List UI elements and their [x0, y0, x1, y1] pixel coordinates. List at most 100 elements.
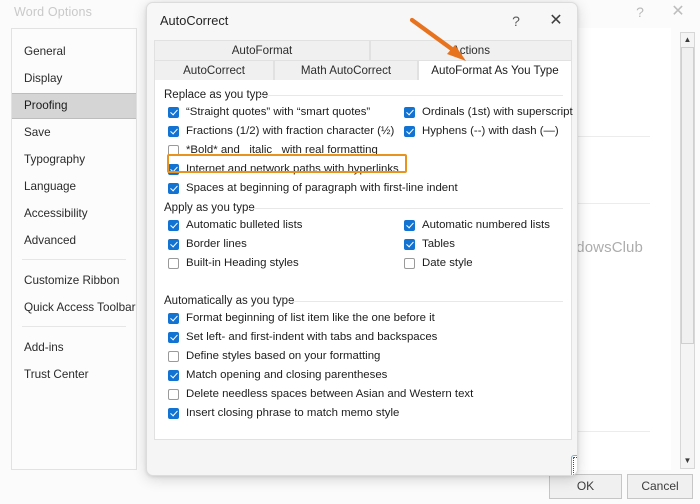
checkbox-indicator[interactable] — [404, 125, 415, 137]
checkbox-label: Date style — [422, 257, 473, 269]
vertical-scrollbar[interactable]: ▲ ▼ — [680, 32, 695, 469]
scrollbar-thumb[interactable] — [681, 47, 694, 344]
dialog-close-icon[interactable]: ✕ — [545, 10, 567, 32]
checkbox-indicator[interactable] — [168, 106, 179, 118]
checkbox-automatic-numbered-lists[interactable]: Automatic numbered lists — [404, 219, 550, 231]
checkbox-fractions[interactable]: Fractions (1/2) with fraction character … — [168, 125, 394, 137]
sidebar-item-proofing[interactable]: Proofing — [12, 93, 136, 119]
checkbox-label: Define styles based on your formatting — [186, 350, 381, 362]
checkbox-ordinals[interactable]: Ordinals (1st) with superscript — [404, 106, 573, 118]
dialog-titlebar: AutoCorrect ? ✕ — [147, 3, 577, 40]
checkbox-indicator[interactable] — [168, 125, 179, 137]
word-options-cancel-button[interactable]: Cancel — [627, 474, 693, 499]
sidebar-item-add-ins[interactable]: Add-ins — [12, 335, 136, 361]
checkbox-label: Delete needless spaces between Asian and… — [186, 388, 474, 400]
checkbox-delete-needless-spaces[interactable]: Delete needless spaces between Asian and… — [168, 388, 473, 400]
checkbox-label: Set left- and first-indent with tabs and… — [186, 331, 438, 343]
checkbox-label: Fractions (1/2) with fraction character … — [186, 125, 395, 137]
nav-divider-1 — [22, 259, 126, 260]
checkbox-set-left-first-indent[interactable]: Set left- and first-indent with tabs and… — [168, 331, 437, 343]
checkbox-label: Match opening and closing parentheses — [186, 369, 388, 381]
checkbox-indicator[interactable] — [168, 407, 179, 419]
checkbox-indicator[interactable] — [168, 219, 179, 231]
checkbox-tables[interactable]: Tables — [404, 238, 455, 250]
tab-autoformat-as-you-type[interactable]: AutoFormat As You Type — [418, 60, 572, 81]
checkbox-label: Spaces at beginning of paragraph with fi… — [186, 182, 458, 194]
checkbox-format-beginning-list-item[interactable]: Format beginning of list item like the o… — [168, 312, 435, 324]
tab-math-autocorrect[interactable]: Math AutoCorrect — [274, 60, 418, 81]
checkbox-label: Hyphens (--) with dash (—) — [422, 125, 559, 137]
checkbox-indicator[interactable] — [168, 312, 179, 324]
tab-autoformat[interactable]: AutoFormat — [154, 40, 370, 61]
sidebar-item-accessibility[interactable]: Accessibility — [12, 201, 136, 227]
checkbox-label: Internet and network paths with hyperlin… — [186, 163, 399, 175]
checkbox-label: Ordinals (1st) with superscript — [422, 106, 573, 118]
checkbox-label: Insert closing phrase to match memo styl… — [186, 407, 400, 419]
checkbox-indicator[interactable] — [404, 257, 415, 269]
checkbox-indicator[interactable] — [404, 106, 415, 118]
checkbox-label: Border lines — [186, 238, 247, 250]
dialog-body: Replace as you type “Straight quotes” wi… — [154, 80, 573, 440]
checkbox-hyphens-dash[interactable]: Hyphens (--) with dash (—) — [404, 125, 559, 137]
autocorrect-dialog: AutoCorrect ? ✕ AutoFormat Actions AutoC… — [146, 2, 578, 476]
checkbox-border-lines[interactable]: Border lines — [168, 238, 247, 250]
checkbox-indicator[interactable] — [404, 238, 415, 250]
checkbox-match-parentheses[interactable]: Match opening and closing parentheses — [168, 369, 387, 381]
checkbox-spaces-first-line-indent[interactable]: Spaces at beginning of paragraph with fi… — [168, 182, 458, 194]
checkbox-indicator[interactable] — [168, 350, 179, 362]
word-options-navigation: General Display Proofing Save Typography… — [11, 28, 137, 470]
checkbox-label: “Straight quotes” with “smart quotes” — [186, 106, 371, 118]
checkbox-indicator[interactable] — [404, 219, 415, 231]
nav-divider-2 — [22, 326, 126, 327]
dialog-help-icon[interactable]: ? — [506, 11, 526, 31]
dialog-ok-button[interactable]: OK — [571, 455, 577, 475]
close-icon[interactable]: ✕ — [669, 2, 687, 22]
group-rule-2 — [249, 208, 563, 209]
group-header-automatically-as-you-type: Automatically as you type — [164, 295, 295, 307]
sidebar-item-typography[interactable]: Typography — [12, 147, 136, 173]
tab-autocorrect[interactable]: AutoCorrect — [154, 60, 274, 81]
checkbox-label: Format beginning of list item like the o… — [186, 312, 435, 324]
checkbox-indicator[interactable] — [168, 163, 179, 175]
checkbox-label: Automatic numbered lists — [422, 219, 550, 231]
scroll-down-arrow-icon[interactable]: ▼ — [681, 454, 694, 468]
checkbox-indicator[interactable] — [168, 331, 179, 343]
checkbox-indicator[interactable] — [168, 144, 179, 156]
help-icon[interactable]: ? — [632, 3, 648, 21]
checkbox-label: *Bold* and _italic_ with real formatting — [186, 144, 378, 156]
sidebar-item-customize-ribbon[interactable]: Customize Ribbon — [12, 268, 136, 294]
tab-strip: AutoFormat Actions AutoCorrect Math Auto… — [154, 40, 572, 81]
checkbox-bold-italic[interactable]: *Bold* and _italic_ with real formatting — [168, 144, 378, 156]
checkbox-label: Built-in Heading styles — [186, 257, 299, 269]
checkbox-internet-network-paths[interactable]: Internet and network paths with hyperlin… — [168, 163, 399, 175]
checkbox-indicator[interactable] — [168, 388, 179, 400]
word-options-ok-button[interactable]: OK — [549, 474, 622, 499]
checkbox-automatic-bulleted-lists[interactable]: Automatic bulleted lists — [168, 219, 303, 231]
group-header-replace-as-you-type: Replace as you type — [164, 89, 269, 101]
sidebar-item-quick-access-toolbar[interactable]: Quick Access Toolbar — [12, 295, 136, 321]
sidebar-item-trust-center[interactable]: Trust Center — [12, 362, 136, 388]
group-rule-3 — [288, 301, 563, 302]
checkbox-label: Automatic bulleted lists — [186, 219, 303, 231]
sidebar-item-display[interactable]: Display — [12, 66, 136, 92]
checkbox-date-style[interactable]: Date style — [404, 257, 473, 269]
checkbox-indicator[interactable] — [168, 369, 179, 381]
tab-actions[interactable]: Actions — [370, 40, 572, 61]
dialog-title: AutoCorrect — [160, 13, 229, 28]
sidebar-item-advanced[interactable]: Advanced — [12, 228, 136, 254]
word-options-title: Word Options — [14, 5, 92, 19]
checkbox-straight-quotes[interactable]: “Straight quotes” with “smart quotes” — [168, 106, 370, 118]
checkbox-insert-closing-phrase[interactable]: Insert closing phrase to match memo styl… — [168, 407, 399, 419]
checkbox-indicator[interactable] — [168, 238, 179, 250]
checkbox-indicator[interactable] — [168, 257, 179, 269]
checkbox-builtin-heading-styles[interactable]: Built-in Heading styles — [168, 257, 299, 269]
checkbox-define-styles[interactable]: Define styles based on your formatting — [168, 350, 380, 362]
sidebar-item-save[interactable]: Save — [12, 120, 136, 146]
checkbox-label: Tables — [422, 238, 455, 250]
sidebar-item-language[interactable]: Language — [12, 174, 136, 200]
scroll-up-arrow-icon[interactable]: ▲ — [681, 33, 694, 47]
group-rule-1 — [259, 95, 563, 96]
sidebar-item-general[interactable]: General — [12, 39, 136, 65]
checkbox-indicator[interactable] — [168, 182, 179, 194]
group-header-apply-as-you-type: Apply as you type — [164, 202, 255, 214]
